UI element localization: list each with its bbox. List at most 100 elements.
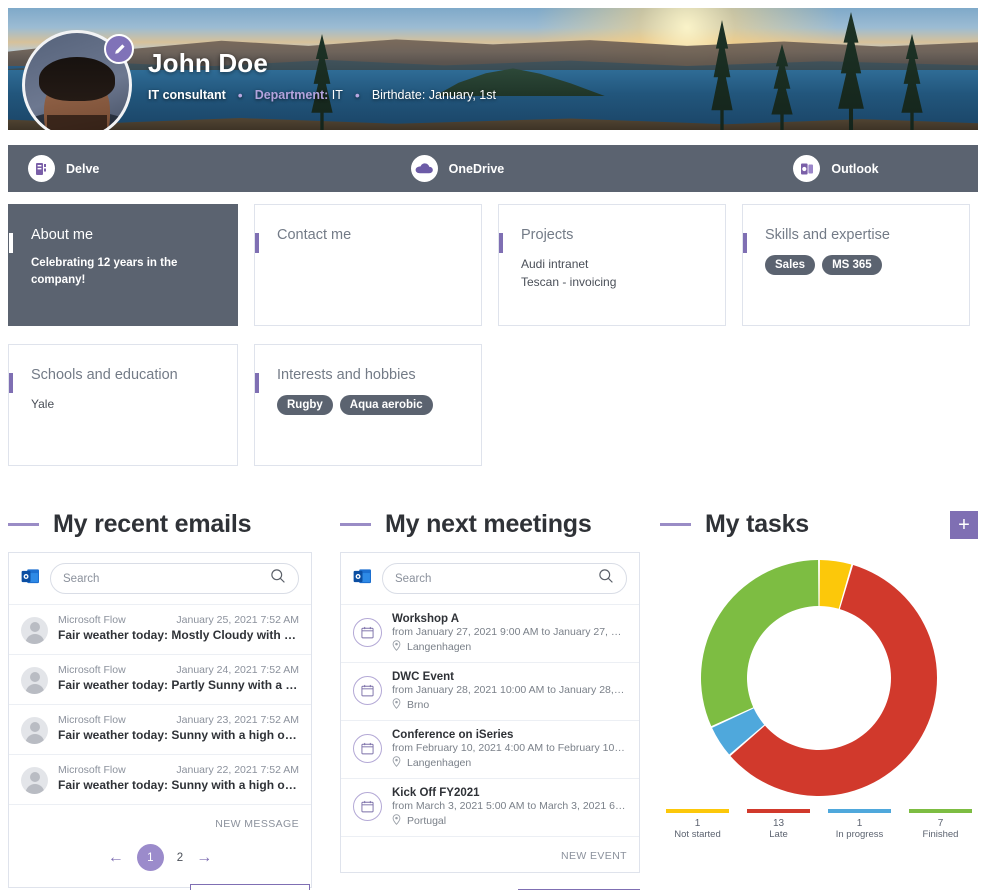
email-date: January 22, 2021 7:52 AM bbox=[176, 764, 299, 776]
hobby-pill[interactable]: Rugby bbox=[277, 395, 333, 415]
legend-item-finished[interactable]: 7 Finished bbox=[909, 809, 972, 840]
partial-button-stub[interactable] bbox=[190, 884, 310, 890]
arrow-right-icon[interactable]: → bbox=[196, 849, 212, 866]
meeting-title: Workshop A bbox=[392, 613, 460, 625]
email-row[interactable]: Microsoft Flow January 22, 2021 7:52 AM … bbox=[9, 755, 311, 805]
info-card-about-me[interactable]: About me Celebrating 12 years in the com… bbox=[8, 204, 238, 326]
emails-footer: NEW MESSAGE bbox=[9, 805, 311, 840]
arrow-left-icon[interactable]: ← bbox=[108, 849, 124, 866]
add-task-button[interactable]: + bbox=[950, 510, 978, 539]
card-accent-bar bbox=[255, 373, 259, 393]
profile-dashboard-page: John Doe IT consultant • Department: IT … bbox=[0, 0, 986, 890]
avatar-beard bbox=[47, 115, 107, 130]
new-event-button[interactable]: NEW EVENT bbox=[561, 850, 627, 862]
meeting-location: Portugal bbox=[392, 814, 627, 828]
search-icon[interactable] bbox=[270, 568, 286, 589]
legend-value: 1 bbox=[694, 818, 701, 829]
app-tile-onedrive[interactable]: OneDrive bbox=[399, 155, 596, 182]
new-message-button[interactable]: NEW MESSAGE bbox=[215, 818, 299, 830]
card-title: Interests and hobbies bbox=[277, 367, 416, 383]
avatar-placeholder-icon bbox=[21, 667, 48, 694]
email-sender: Microsoft Flow bbox=[58, 614, 126, 626]
card-line: Tescan - invoicing bbox=[521, 275, 617, 289]
legend-item-late[interactable]: 13 Late bbox=[747, 809, 810, 840]
app-tile-label: Delve bbox=[66, 161, 100, 176]
info-card-row-1: About me Celebrating 12 years in the com… bbox=[8, 204, 978, 326]
donut-segment-finished[interactable] bbox=[701, 560, 819, 727]
search-icon[interactable] bbox=[598, 568, 614, 589]
avatar-placeholder-icon bbox=[21, 767, 48, 794]
meeting-content: Kick Off FY2021 from March 3, 2021 5:00 … bbox=[392, 787, 627, 828]
info-card-interests-and-hobbies[interactable]: Interests and hobbies Rugby Aqua aerobic bbox=[254, 344, 482, 466]
avatar[interactable] bbox=[22, 30, 134, 130]
search-placeholder: Search bbox=[395, 572, 432, 585]
outlook-icon bbox=[353, 568, 372, 590]
meeting-location-text: Portugal bbox=[407, 815, 447, 827]
meetings-heading-text: My next meetings bbox=[385, 510, 592, 538]
department-value: IT bbox=[331, 88, 343, 102]
email-row[interactable]: Microsoft Flow January 25, 2021 7:52 AM … bbox=[9, 605, 311, 655]
page-button-1[interactable]: 1 bbox=[136, 844, 164, 871]
emails-widget: Search Microsoft Flow January 25, 2021 7… bbox=[8, 552, 312, 888]
search-input[interactable]: Search bbox=[382, 563, 627, 594]
meetings-footer: NEW EVENT bbox=[341, 837, 639, 872]
legend-item-in-progress[interactable]: 1 In progress bbox=[828, 809, 891, 840]
card-title: Schools and education bbox=[31, 367, 178, 383]
email-header: Microsoft Flow January 25, 2021 7:52 AM bbox=[58, 614, 299, 626]
location-pin-icon bbox=[392, 814, 401, 828]
search-input[interactable]: Search bbox=[50, 563, 299, 594]
email-header: Microsoft Flow January 24, 2021 7:52 AM bbox=[58, 664, 299, 676]
meeting-row[interactable]: Workshop A from January 27, 2021 9:00 AM… bbox=[341, 605, 639, 663]
email-content: Microsoft Flow January 23, 2021 7:52 AM … bbox=[58, 714, 299, 742]
email-date: January 25, 2021 7:52 AM bbox=[176, 614, 299, 626]
page-button-2[interactable]: 2 bbox=[177, 852, 183, 864]
calendar-icon bbox=[353, 792, 382, 821]
skill-pill[interactable]: MS 365 bbox=[822, 255, 882, 275]
location-pin-icon bbox=[392, 640, 401, 654]
delve-icon bbox=[28, 155, 55, 182]
email-row[interactable]: Microsoft Flow January 23, 2021 7:52 AM … bbox=[9, 705, 311, 755]
email-row[interactable]: Microsoft Flow January 24, 2021 7:52 AM … bbox=[9, 655, 311, 705]
plus-icon: + bbox=[958, 513, 970, 536]
meeting-row[interactable]: Kick Off FY2021 from March 3, 2021 5:00 … bbox=[341, 779, 639, 837]
edit-pencil-icon[interactable] bbox=[104, 34, 134, 64]
legend-item-not-started[interactable]: 1 Not started bbox=[666, 809, 729, 840]
emails-search-row: Search bbox=[9, 553, 311, 605]
info-card-skills-and-expertise[interactable]: Skills and expertise Sales MS 365 bbox=[742, 204, 970, 326]
card-accent-bar bbox=[255, 233, 259, 253]
profile-identity: John Doe IT consultant • Department: IT … bbox=[148, 48, 496, 102]
legend-color-swatch bbox=[909, 809, 972, 813]
card-title: Skills and expertise bbox=[765, 227, 890, 243]
email-subject: Fair weather today: Mostly Cloudy with a… bbox=[58, 628, 299, 642]
avatar-placeholder-icon bbox=[21, 617, 48, 644]
hobby-pill-row: Rugby Aqua aerobic bbox=[277, 395, 463, 415]
card-title: Projects bbox=[521, 227, 574, 243]
meeting-row[interactable]: Conference on iSeries from February 10, … bbox=[341, 721, 639, 779]
meeting-row[interactable]: DWC Event from January 28, 2021 10:00 AM… bbox=[341, 663, 639, 721]
email-subject: Fair weather today: Partly Sunny with a … bbox=[58, 678, 299, 692]
tasks-chart-legend: 1 Not started 13 Late 1 In progress 7 Finished bbox=[660, 809, 978, 840]
email-date: January 23, 2021 7:52 AM bbox=[176, 714, 299, 726]
meeting-content: Workshop A from January 27, 2021 9:00 AM… bbox=[392, 613, 627, 654]
meetings-search-row: Search bbox=[341, 553, 639, 605]
info-card-contact-me[interactable]: Contact me bbox=[254, 204, 482, 326]
info-card-schools-and-education[interactable]: Schools and education Yale bbox=[8, 344, 238, 466]
skill-pill-row: Sales MS 365 bbox=[765, 255, 951, 275]
email-header: Microsoft Flow January 22, 2021 7:52 AM bbox=[58, 764, 299, 776]
meeting-time-range: from February 10, 2021 4:00 AM to Februa… bbox=[392, 742, 627, 754]
app-tile-outlook[interactable]: Outlook bbox=[781, 155, 978, 182]
card-title: Contact me bbox=[277, 227, 352, 243]
app-tile-delve[interactable]: Delve bbox=[16, 155, 213, 182]
outlook-icon bbox=[21, 568, 40, 590]
hobby-pill[interactable]: Aqua aerobic bbox=[339, 395, 433, 415]
meeting-title: Conference on iSeries bbox=[392, 729, 514, 741]
legend-color-swatch bbox=[828, 809, 891, 813]
info-card-projects[interactable]: Projects Audi intranet Tescan - invoicin… bbox=[498, 204, 726, 326]
meeting-location-text: Langenhagen bbox=[407, 757, 472, 769]
card-line: Yale bbox=[31, 397, 55, 411]
meetings-widget: Search Workshop A from January 27, 2021 … bbox=[340, 552, 640, 873]
tasks-header: My tasks + bbox=[660, 510, 978, 539]
skill-pill[interactable]: Sales bbox=[765, 255, 816, 275]
card-accent-bar bbox=[499, 233, 503, 253]
email-content: Microsoft Flow January 22, 2021 7:52 AM … bbox=[58, 764, 299, 792]
